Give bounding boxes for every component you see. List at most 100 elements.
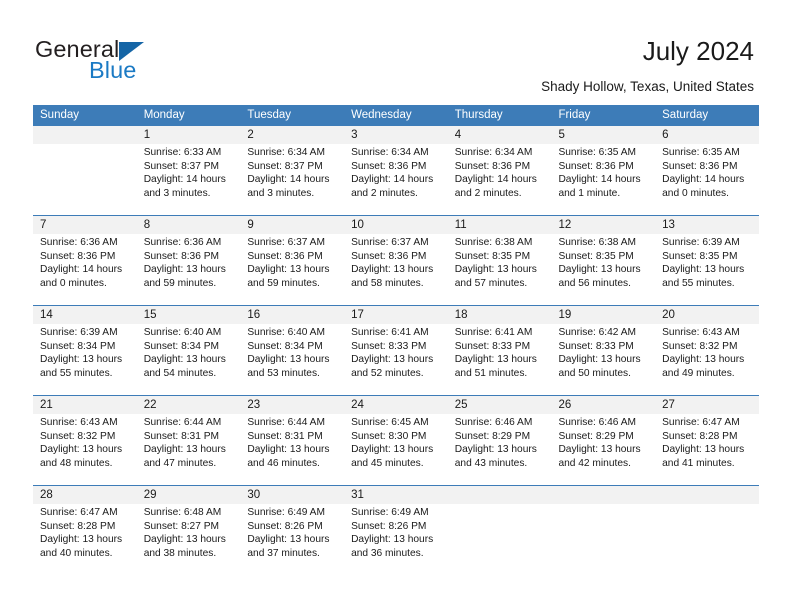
day-cell-number[interactable]: 27 bbox=[655, 396, 759, 414]
day-cell-detail[interactable]: Sunrise: 6:38 AM Sunset: 8:35 PM Dayligh… bbox=[447, 234, 552, 305]
day-cell-number[interactable]: 21 bbox=[33, 396, 137, 414]
day-cell-detail[interactable]: Sunrise: 6:35 AM Sunset: 8:36 PM Dayligh… bbox=[655, 144, 759, 215]
day-cell-number[interactable]: 2 bbox=[240, 126, 345, 144]
day-cell-number[interactable]: 8 bbox=[136, 216, 241, 234]
day-cell-detail[interactable]: Sunrise: 6:42 AM Sunset: 8:33 PM Dayligh… bbox=[551, 324, 656, 395]
day-cell-detail[interactable]: Sunrise: 6:35 AM Sunset: 8:36 PM Dayligh… bbox=[551, 144, 656, 215]
page-title: July 2024 bbox=[642, 36, 754, 66]
daylight-text-line2: and 49 minutes. bbox=[662, 367, 735, 379]
day-cell-detail[interactable] bbox=[551, 504, 656, 575]
day-cell-detail[interactable] bbox=[33, 144, 137, 215]
day-cell-detail[interactable]: Sunrise: 6:40 AM Sunset: 8:34 PM Dayligh… bbox=[136, 324, 241, 395]
day-cell-number[interactable]: 9 bbox=[240, 216, 345, 234]
day-cell-detail[interactable]: Sunrise: 6:39 AM Sunset: 8:35 PM Dayligh… bbox=[655, 234, 759, 305]
day-cell-detail[interactable] bbox=[655, 504, 759, 575]
day-cell-detail[interactable]: Sunrise: 6:43 AM Sunset: 8:32 PM Dayligh… bbox=[655, 324, 759, 395]
sunrise-text: Sunrise: 6:38 AM bbox=[454, 237, 533, 248]
day-cell-number[interactable]: 25 bbox=[447, 396, 552, 414]
daylight-text-line1: Daylight: 13 hours bbox=[351, 534, 434, 546]
sunset-text: Sunset: 8:35 PM bbox=[558, 250, 634, 262]
day-cell-detail[interactable]: Sunrise: 6:49 AM Sunset: 8:26 PM Dayligh… bbox=[240, 504, 345, 575]
sunset-text: Sunset: 8:36 PM bbox=[662, 160, 738, 172]
sunrise-text: Sunrise: 6:45 AM bbox=[351, 417, 429, 428]
daylight-text-line2: and 3 minutes. bbox=[143, 187, 211, 199]
day-cell-number[interactable]: 11 bbox=[447, 216, 552, 234]
sunrise-text: Sunrise: 6:37 AM bbox=[247, 237, 325, 248]
day-cell-detail[interactable]: Sunrise: 6:43 AM Sunset: 8:32 PM Dayligh… bbox=[33, 414, 137, 485]
day-cell-number[interactable]: 12 bbox=[551, 216, 656, 234]
sunset-text: Sunset: 8:34 PM bbox=[143, 340, 220, 352]
sunrise-text: Sunrise: 6:41 AM bbox=[351, 327, 429, 338]
day-cell-detail[interactable]: Sunrise: 6:37 AM Sunset: 8:36 PM Dayligh… bbox=[240, 234, 345, 305]
day-cell-number[interactable]: 26 bbox=[551, 396, 656, 414]
week-4-details: Sunrise: 6:43 AM Sunset: 8:32 PM Dayligh… bbox=[33, 414, 759, 485]
day-cell-number[interactable]: 19 bbox=[551, 306, 656, 324]
day-cell-number[interactable]: 23 bbox=[240, 396, 345, 414]
day-cell-number[interactable]: 30 bbox=[240, 486, 345, 504]
day-cell-number[interactable]: 29 bbox=[136, 486, 241, 504]
day-cell-number[interactable] bbox=[447, 486, 552, 504]
sunset-text: Sunset: 8:37 PM bbox=[247, 160, 323, 172]
day-cell-number[interactable]: 7 bbox=[33, 216, 137, 234]
daylight-text-line1: Daylight: 14 hours bbox=[558, 174, 641, 186]
day-cell-detail[interactable]: Sunrise: 6:34 AM Sunset: 8:37 PM Dayligh… bbox=[240, 144, 345, 215]
weekday-header-sunday: Sunday bbox=[33, 105, 137, 126]
day-cell-detail[interactable]: Sunrise: 6:34 AM Sunset: 8:36 PM Dayligh… bbox=[447, 144, 552, 215]
day-cell-detail[interactable]: Sunrise: 6:47 AM Sunset: 8:28 PM Dayligh… bbox=[33, 504, 137, 575]
day-cell-number[interactable]: 31 bbox=[344, 486, 448, 504]
day-cell-number[interactable]: 6 bbox=[655, 126, 759, 144]
day-cell-number[interactable]: 28 bbox=[33, 486, 137, 504]
day-cell-detail[interactable]: Sunrise: 6:45 AM Sunset: 8:30 PM Dayligh… bbox=[344, 414, 448, 485]
sunrise-text: Sunrise: 6:33 AM bbox=[143, 147, 222, 158]
general-blue-logo[interactable]: General Blue bbox=[35, 36, 265, 92]
day-cell-detail[interactable]: Sunrise: 6:44 AM Sunset: 8:31 PM Dayligh… bbox=[240, 414, 345, 485]
day-cell-number[interactable]: 1 bbox=[136, 126, 241, 144]
day-cell-number[interactable]: 5 bbox=[551, 126, 656, 144]
daylight-text-line1: Daylight: 14 hours bbox=[662, 174, 745, 186]
day-cell-detail[interactable]: Sunrise: 6:47 AM Sunset: 8:28 PM Dayligh… bbox=[655, 414, 759, 485]
day-cell-detail[interactable]: Sunrise: 6:41 AM Sunset: 8:33 PM Dayligh… bbox=[344, 324, 448, 395]
day-cell-detail[interactable]: Sunrise: 6:39 AM Sunset: 8:34 PM Dayligh… bbox=[33, 324, 137, 395]
sunrise-text: Sunrise: 6:35 AM bbox=[662, 147, 740, 158]
weekday-header-monday: Monday bbox=[136, 105, 241, 126]
day-cell-detail[interactable]: Sunrise: 6:36 AM Sunset: 8:36 PM Dayligh… bbox=[136, 234, 241, 305]
day-cell-detail[interactable]: Sunrise: 6:48 AM Sunset: 8:27 PM Dayligh… bbox=[136, 504, 241, 575]
day-cell-number[interactable]: 20 bbox=[655, 306, 759, 324]
day-cell-number[interactable] bbox=[655, 486, 759, 504]
day-cell-number[interactable]: 15 bbox=[136, 306, 241, 324]
day-cell-number[interactable]: 10 bbox=[344, 216, 448, 234]
day-cell-number[interactable]: 3 bbox=[344, 126, 448, 144]
day-cell-detail[interactable]: Sunrise: 6:37 AM Sunset: 8:36 PM Dayligh… bbox=[344, 234, 448, 305]
day-cell-detail[interactable]: Sunrise: 6:40 AM Sunset: 8:34 PM Dayligh… bbox=[240, 324, 345, 395]
sunrise-text: Sunrise: 6:37 AM bbox=[351, 237, 429, 248]
day-cell-detail[interactable]: Sunrise: 6:44 AM Sunset: 8:31 PM Dayligh… bbox=[136, 414, 241, 485]
day-cell-detail[interactable]: Sunrise: 6:38 AM Sunset: 8:35 PM Dayligh… bbox=[551, 234, 656, 305]
day-cell-detail[interactable]: Sunrise: 6:46 AM Sunset: 8:29 PM Dayligh… bbox=[447, 414, 552, 485]
sunrise-text: Sunrise: 6:34 AM bbox=[454, 147, 533, 158]
sunrise-text: Sunrise: 6:34 AM bbox=[351, 147, 429, 158]
day-cell-number[interactable]: 13 bbox=[655, 216, 759, 234]
day-cell-number[interactable] bbox=[33, 126, 137, 144]
day-cell-detail[interactable]: Sunrise: 6:46 AM Sunset: 8:29 PM Dayligh… bbox=[551, 414, 656, 485]
day-cell-detail[interactable]: Sunrise: 6:49 AM Sunset: 8:26 PM Dayligh… bbox=[344, 504, 448, 575]
day-cell-detail[interactable] bbox=[447, 504, 552, 575]
sunset-text: Sunset: 8:36 PM bbox=[143, 250, 220, 262]
day-cell-detail[interactable]: Sunrise: 6:36 AM Sunset: 8:36 PM Dayligh… bbox=[33, 234, 137, 305]
day-cell-number[interactable] bbox=[551, 486, 656, 504]
sunset-text: Sunset: 8:26 PM bbox=[351, 520, 427, 532]
calendar-header-row: Sunday Monday Tuesday Wednesday Thursday… bbox=[33, 105, 759, 126]
day-cell-detail[interactable]: Sunrise: 6:33 AM Sunset: 8:37 PM Dayligh… bbox=[136, 144, 241, 215]
day-cell-number[interactable]: 18 bbox=[447, 306, 552, 324]
daylight-text-line1: Daylight: 13 hours bbox=[454, 444, 537, 456]
day-cell-number[interactable]: 4 bbox=[447, 126, 552, 144]
sunrise-text: Sunrise: 6:34 AM bbox=[247, 147, 325, 158]
day-cell-number[interactable]: 14 bbox=[33, 306, 137, 324]
day-cell-number[interactable]: 17 bbox=[344, 306, 448, 324]
day-cell-detail[interactable]: Sunrise: 6:41 AM Sunset: 8:33 PM Dayligh… bbox=[447, 324, 552, 395]
day-cell-number[interactable]: 24 bbox=[344, 396, 448, 414]
sunrise-text: Sunrise: 6:46 AM bbox=[558, 417, 637, 428]
day-cell-number[interactable]: 16 bbox=[240, 306, 345, 324]
daylight-text-line2: and 41 minutes. bbox=[662, 457, 735, 469]
day-cell-detail[interactable]: Sunrise: 6:34 AM Sunset: 8:36 PM Dayligh… bbox=[344, 144, 448, 215]
day-cell-number[interactable]: 22 bbox=[136, 396, 241, 414]
